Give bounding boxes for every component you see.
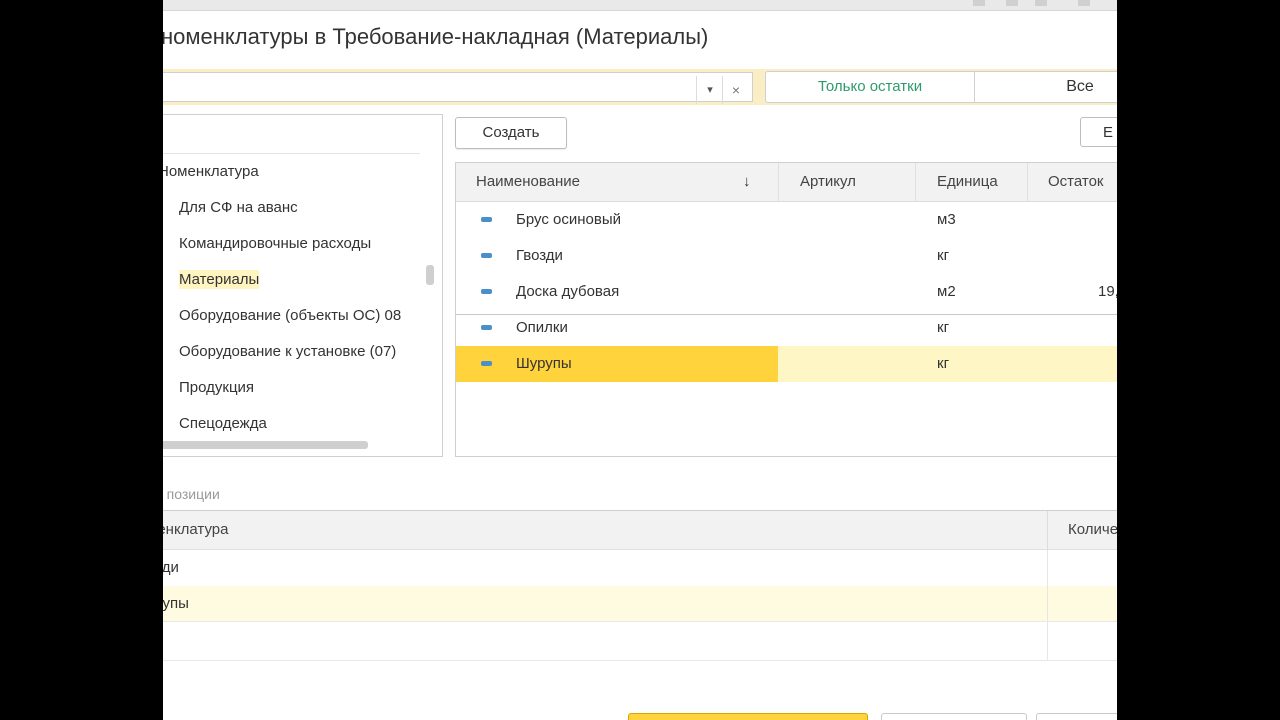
tree-item-workwear[interactable]: Спецодежда xyxy=(179,415,267,432)
remaining-filter-toggle: Только остатки Все xyxy=(765,71,1117,103)
tree-item-products[interactable]: Продукция xyxy=(179,379,254,396)
tree-item-equipment-to-install[interactable]: Оборудование к установке (07) xyxy=(179,343,396,360)
search-bar: ▾ × Только остатки Все xyxy=(163,69,1117,105)
column-header-article[interactable]: Артикул xyxy=(800,163,856,201)
link-icon[interactable] xyxy=(1006,0,1018,6)
table-header: менклатура Количе xyxy=(163,511,1117,550)
row-unit: м3 xyxy=(937,211,956,228)
nomenclature-table: Наименование ↓ Артикул Единица Остаток Б… xyxy=(455,162,1117,457)
row-name: Опилки xyxy=(516,319,568,336)
column-divider xyxy=(1047,622,1048,660)
tree-item-materials[interactable]: Материалы xyxy=(179,270,260,289)
item-icon xyxy=(481,289,492,294)
table-header: Наименование ↓ Артикул Единица Остаток xyxy=(456,163,1117,202)
dropdown-icon[interactable]: ▾ xyxy=(696,76,723,104)
help-icon[interactable] xyxy=(973,0,985,6)
form-title: номенклатуры в Требование-накладная (Мат… xyxy=(163,24,709,49)
form-window: номенклатуры в Требование-накладная (Мат… xyxy=(163,0,1117,720)
filter-all-button[interactable]: Все xyxy=(975,72,1117,102)
select-button[interactable] xyxy=(628,713,868,720)
row-name: урупы xyxy=(163,595,189,612)
create-button[interactable]: Создать xyxy=(455,117,567,149)
sort-descending-icon[interactable]: ↓ xyxy=(743,163,751,201)
more-actions-button[interactable]: Е xyxy=(1080,117,1117,147)
column-divider xyxy=(1047,586,1048,622)
item-icon xyxy=(481,253,492,258)
column-divider xyxy=(778,163,779,201)
tree-item-travel-expenses[interactable]: Командировочные расходы xyxy=(179,235,371,252)
selected-positions-table: менклатура Количе озди урупы xyxy=(163,510,1117,701)
tree-vertical-scrollbar[interactable] xyxy=(426,265,434,285)
column-header-nomenclature[interactable]: менклатура xyxy=(163,511,229,549)
row-unit: кг xyxy=(937,319,950,336)
column-divider xyxy=(915,163,916,201)
maximize-icon[interactable] xyxy=(1078,0,1090,6)
tree-item-equipment-fixed-assets[interactable]: Оборудование (объекты ОС) 08 xyxy=(179,307,401,324)
row-remaining: ( xyxy=(1116,202,1117,238)
search-input[interactable]: ▾ × xyxy=(163,72,753,104)
column-header-name[interactable]: Наименование xyxy=(476,163,580,201)
item-icon xyxy=(481,325,492,330)
row-name: озди xyxy=(163,559,179,576)
clear-icon[interactable]: × xyxy=(722,76,749,104)
table-row[interactable]: Доска дубовая м2 19, xyxy=(456,274,1117,310)
item-icon xyxy=(481,217,492,222)
table-row[interactable]: Опилки кг xyxy=(456,310,1117,346)
row-unit: кг xyxy=(937,247,950,264)
column-divider xyxy=(1047,550,1048,586)
row-unit: кг xyxy=(937,355,950,372)
tree-item-sf-advance[interactable]: Для СФ на аванс xyxy=(179,199,298,216)
help-button[interactable] xyxy=(1036,713,1117,720)
tree-horizontal-scrollbar[interactable] xyxy=(163,441,368,449)
nomenclature-tree: Номенклатура Для СФ на аванс Командирово… xyxy=(163,114,443,457)
table-row[interactable]: урупы xyxy=(163,586,1117,622)
row-name: Брус осиновый xyxy=(516,211,621,228)
row-unit: м2 xyxy=(937,283,956,300)
column-header-quantity[interactable]: Количе xyxy=(1068,511,1117,549)
column-header-unit[interactable]: Единица xyxy=(937,163,998,201)
tree-root-nomenclature[interactable]: Номенклатура xyxy=(163,163,259,180)
column-divider xyxy=(1027,163,1028,201)
table-row[interactable]: Брус осиновый м3 ( xyxy=(456,202,1117,238)
filter-only-remaining-button[interactable]: Только остатки xyxy=(766,72,975,102)
table-row-selected[interactable]: Шурупы кг xyxy=(456,346,1117,382)
table-row-empty[interactable] xyxy=(163,621,1117,661)
selected-positions-label: е позиции xyxy=(163,486,220,502)
more-icon[interactable] xyxy=(1035,0,1047,6)
row-name: Гвозди xyxy=(516,247,563,264)
column-header-remaining[interactable]: Остаток xyxy=(1048,163,1104,201)
cancel-button[interactable] xyxy=(881,713,1027,720)
table-row[interactable]: озди xyxy=(163,550,1117,586)
column-divider xyxy=(1047,511,1048,549)
selected-row-highlight xyxy=(456,346,778,382)
row-name: Доска дубовая xyxy=(516,283,620,300)
tree-divider xyxy=(163,153,420,154)
item-icon xyxy=(481,361,492,366)
row-remaining: 19, xyxy=(1098,283,1117,300)
row-name: Шурупы xyxy=(516,355,572,372)
window-caption-bar xyxy=(163,0,1117,11)
table-row[interactable]: Гвозди кг xyxy=(456,238,1117,274)
